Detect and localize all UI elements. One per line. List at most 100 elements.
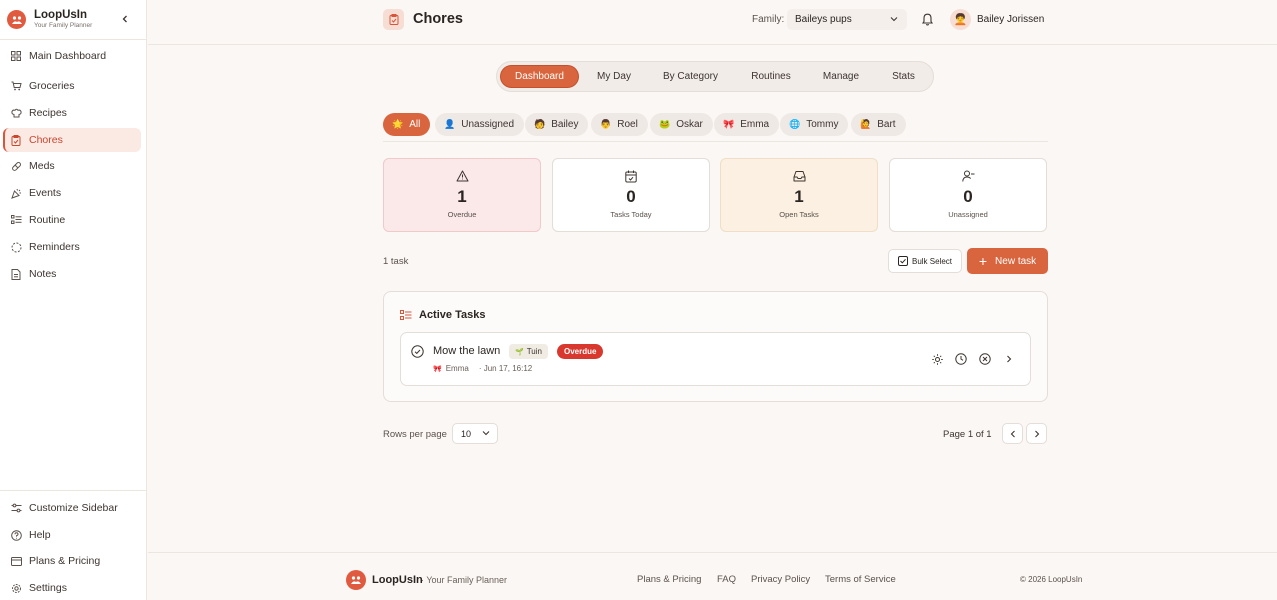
task-due: · Jun 17, 16:12 (478, 364, 533, 373)
prev-page-button[interactable] (1002, 423, 1023, 444)
filter-chip-tommy[interactable]: 🌐 Tommy (780, 113, 849, 136)
collapse-sidebar-button[interactable] (118, 12, 132, 26)
tab-by-category[interactable]: By Category (649, 65, 732, 88)
stat-value: 1 (794, 187, 804, 206)
stat-value: 1 (457, 187, 467, 206)
brand: LoopUsIn Your Family Planner (0, 0, 146, 40)
new-task-label: New task (995, 255, 1037, 267)
user-name[interactable]: Bailey Jorissen (977, 14, 1044, 25)
stat-card-open-tasks[interactable]: 1 Open Tasks (720, 158, 878, 232)
bulk-select-button[interactable]: Bulk Select (888, 249, 962, 273)
x-circle-icon[interactable] (978, 352, 992, 366)
filter-chip-label: Bart (877, 119, 896, 130)
sun-icon[interactable] (930, 352, 944, 366)
sidebar-item-label: Routine (29, 214, 66, 226)
sidebar-item-events[interactable]: Events (3, 181, 141, 205)
clock-icon[interactable] (954, 352, 968, 366)
new-task-button[interactable]: + New task (967, 248, 1048, 274)
sidebar-item-label: Settings (29, 582, 67, 594)
task-category-label: Tuin (526, 347, 542, 356)
next-page-button[interactable] (1026, 423, 1047, 444)
filter-chip-label: All (409, 119, 421, 130)
task-assignee: Emma (445, 364, 469, 373)
sidebar-item-notes[interactable]: Notes (3, 262, 141, 286)
brand-tagline: Your Family Planner (34, 22, 93, 29)
warning-icon (384, 170, 540, 184)
person-icon: 🙋 (860, 119, 872, 129)
tab-routines[interactable]: Routines (736, 65, 806, 88)
footer: LoopUsIn · Your Family Planner Plans & P… (148, 552, 1277, 600)
tab-dashboard[interactable]: Dashboard (500, 65, 579, 88)
clipboard-icon (383, 9, 404, 30)
footer-link-faq[interactable]: FAQ (717, 574, 736, 585)
task-actions (920, 352, 1016, 366)
tab-stats[interactable]: Stats (876, 65, 931, 88)
filter-chip-bailey[interactable]: 🧑 Bailey (525, 113, 589, 136)
stat-card-unassigned[interactable]: 0 Unassigned (889, 158, 1047, 232)
task-complete-checkbox[interactable] (411, 345, 424, 361)
calendar-check-icon (553, 170, 709, 184)
filter-chip-roel[interactable]: 👨 Roel (591, 113, 648, 136)
sidebar-item-routine[interactable]: Routine (3, 208, 141, 232)
bell-icon[interactable] (921, 12, 934, 29)
family-select[interactable]: Baileys pups (787, 9, 907, 30)
stat-card-overdue[interactable]: 1 Overdue (383, 158, 541, 232)
stat-value: 0 (963, 187, 973, 206)
task-count: 1 task (383, 256, 409, 267)
tab-my-day[interactable]: My Day (583, 65, 645, 88)
filter-chip-emma[interactable]: 🎀 Emma (714, 113, 780, 136)
sidebar-item-label: Recipes (29, 107, 67, 119)
brand-logo-icon (346, 570, 366, 590)
sidebar-item-label: Groceries (29, 80, 75, 92)
avatar[interactable]: 🧑‍🦱 (950, 9, 971, 30)
sidebar-item-customize-sidebar[interactable]: Customize Sidebar (3, 496, 141, 520)
stat-label: Tasks Today (610, 210, 652, 219)
person-icon: 👤 (444, 119, 456, 129)
sidebar-item-label: Help (29, 529, 51, 541)
sidebar-item-reminders[interactable]: Reminders (3, 235, 141, 259)
filter-chip-label: Roel (617, 119, 638, 130)
sliders-icon (10, 502, 22, 514)
gear-icon (10, 582, 22, 594)
footer-link-privacy-policy[interactable]: Privacy Policy (751, 574, 810, 585)
filter-chip-unassigned[interactable]: 👤 Unassigned (435, 113, 525, 136)
filter-chip-all[interactable]: 🌟 All (383, 113, 431, 136)
sidebar-item-plans-pricing[interactable]: Plans & Pricing (3, 549, 141, 573)
sidebar-item-label: Meds (29, 160, 55, 172)
filter-chip-oskar[interactable]: 🐸 Oskar (650, 113, 713, 136)
frog-icon: 🐸 (659, 119, 671, 129)
sidebar-item-help[interactable]: Help (3, 523, 141, 547)
sidebar-item-settings[interactable]: Settings (3, 576, 141, 600)
footer-link-plans-pricing[interactable]: Plans & Pricing (637, 574, 701, 585)
bulk-select-label: Bulk Select (911, 256, 953, 266)
sidebar-item-label: Notes (29, 268, 57, 280)
sidebar-item-label: Main Dashboard (29, 50, 107, 62)
sidebar-item-recipes[interactable]: Recipes (3, 101, 141, 125)
rows-per-page-value: 10 (461, 428, 472, 439)
sidebar-item-label: Events (29, 187, 62, 199)
task-title: Mow the lawn (433, 345, 501, 357)
sidebar-divider (0, 490, 147, 491)
checkbox-icon (897, 256, 908, 266)
tab-manage[interactable]: Manage (810, 65, 872, 88)
stat-card-tasks-today[interactable]: 0 Tasks Today (552, 158, 710, 232)
stat-label: Overdue (447, 210, 477, 219)
filter-chip-bart[interactable]: 🙋 Bart (851, 113, 906, 136)
filter-chip-label: Tommy (806, 119, 839, 130)
footer-copyright: © 2026 LoopUsIn (1020, 575, 1083, 584)
top-header: Chores Family: Baileys pups 🧑‍🦱 Bailey J… (148, 0, 1277, 45)
sidebar-item-groceries[interactable]: Groceries (3, 74, 141, 98)
sidebar-item-main-dashboard[interactable]: Main Dashboard (3, 44, 141, 68)
filter-chip-label: Bailey (551, 119, 579, 130)
globe-icon: 🌐 (789, 119, 801, 129)
task-row[interactable]: Mow the lawn 🌱 Tuin Overdue 🎀 Emma · Jun… (400, 332, 1031, 386)
stat-label: Open Tasks (779, 210, 819, 219)
sidebar-item-meds[interactable]: Meds (3, 154, 141, 178)
help-icon (10, 529, 22, 541)
footer-link-terms-of-service[interactable]: Terms of Service (825, 574, 896, 585)
seedling-icon: 🌱 (515, 348, 524, 356)
chevron-right-icon[interactable] (1002, 352, 1016, 366)
dashed-circle-icon (10, 241, 22, 253)
sidebar-item-chores[interactable]: Chores (3, 128, 141, 152)
rows-per-page-select[interactable]: 10 (452, 423, 498, 444)
